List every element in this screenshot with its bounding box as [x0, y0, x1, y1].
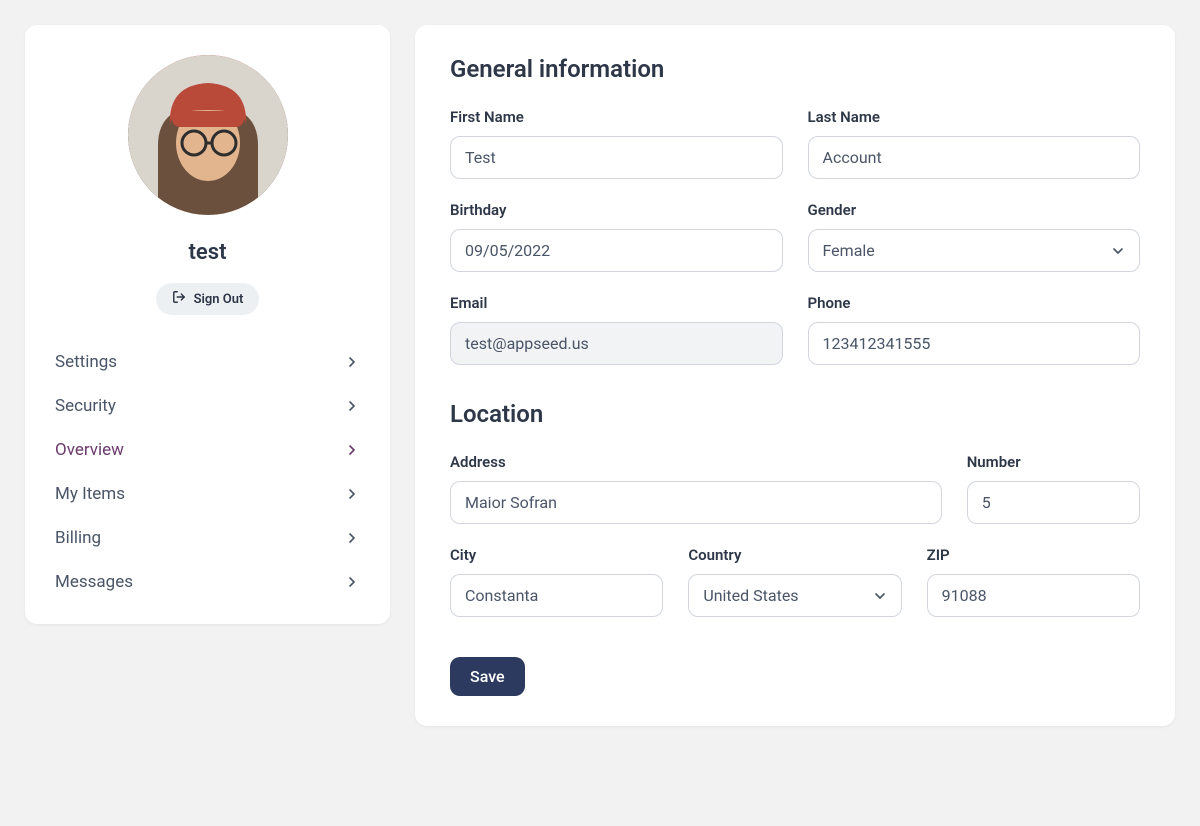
- address-label: Address: [450, 453, 942, 471]
- username: test: [189, 240, 227, 265]
- city-label: City: [450, 546, 663, 564]
- signout-label: Sign Out: [194, 292, 244, 307]
- section-title-location: Location: [450, 400, 1140, 428]
- country-label: Country: [688, 546, 901, 564]
- country-select[interactable]: [688, 574, 901, 617]
- chevron-right-icon: [344, 442, 360, 458]
- phone-label: Phone: [808, 294, 1141, 312]
- sidebar-item-label: Security: [55, 396, 116, 416]
- address-input[interactable]: [450, 481, 942, 524]
- chevron-right-icon: [344, 574, 360, 590]
- birthday-input[interactable]: [450, 229, 783, 272]
- sidebar-item-billing[interactable]: Billing: [55, 516, 360, 560]
- gender-select[interactable]: [808, 229, 1141, 272]
- avatar: [128, 55, 288, 215]
- field-last-name: Last Name: [808, 108, 1141, 179]
- signout-icon: [172, 290, 186, 308]
- profile-header: test Sign Out: [25, 55, 390, 340]
- email-input: [450, 322, 783, 365]
- sidebar-item-label: Overview: [55, 440, 124, 460]
- profile-sidebar: test Sign Out Settings Security: [25, 25, 390, 624]
- sidebar-item-label: Billing: [55, 528, 101, 548]
- sidebar-item-settings[interactable]: Settings: [55, 340, 360, 384]
- sidebar-item-overview[interactable]: Overview: [55, 428, 360, 472]
- sidebar-item-label: Messages: [55, 572, 133, 592]
- number-label: Number: [967, 453, 1140, 471]
- field-address: Address: [450, 453, 942, 524]
- chevron-right-icon: [344, 354, 360, 370]
- chevron-right-icon: [344, 398, 360, 414]
- chevron-right-icon: [344, 530, 360, 546]
- save-button[interactable]: Save: [450, 657, 525, 696]
- phone-input[interactable]: [808, 322, 1141, 365]
- field-city: City: [450, 546, 663, 617]
- field-zip: ZIP: [927, 546, 1140, 617]
- signout-button[interactable]: Sign Out: [156, 283, 260, 315]
- sidebar-item-my-items[interactable]: My Items: [55, 472, 360, 516]
- last-name-label: Last Name: [808, 108, 1141, 126]
- zip-label: ZIP: [927, 546, 1140, 564]
- field-phone: Phone: [808, 294, 1141, 365]
- birthday-label: Birthday: [450, 201, 783, 219]
- field-birthday: Birthday: [450, 201, 783, 272]
- sidebar-item-messages[interactable]: Messages: [55, 560, 360, 604]
- city-input[interactable]: [450, 574, 663, 617]
- field-country: Country: [688, 546, 901, 617]
- sidebar-item-label: Settings: [55, 352, 117, 372]
- field-gender: Gender: [808, 201, 1141, 272]
- sidebar-item-label: My Items: [55, 484, 125, 504]
- sidebar-item-security[interactable]: Security: [55, 384, 360, 428]
- first-name-input[interactable]: [450, 136, 783, 179]
- gender-label: Gender: [808, 201, 1141, 219]
- field-first-name: First Name: [450, 108, 783, 179]
- section-title-general: General information: [450, 55, 1140, 83]
- zip-input[interactable]: [927, 574, 1140, 617]
- field-email: Email: [450, 294, 783, 365]
- email-label: Email: [450, 294, 783, 312]
- sidebar-nav: Settings Security Overview My Items Bill…: [25, 340, 390, 604]
- field-number: Number: [967, 453, 1140, 524]
- chevron-right-icon: [344, 486, 360, 502]
- number-input[interactable]: [967, 481, 1140, 524]
- profile-form: General information First Name Last Name…: [415, 25, 1175, 726]
- first-name-label: First Name: [450, 108, 783, 126]
- last-name-input[interactable]: [808, 136, 1141, 179]
